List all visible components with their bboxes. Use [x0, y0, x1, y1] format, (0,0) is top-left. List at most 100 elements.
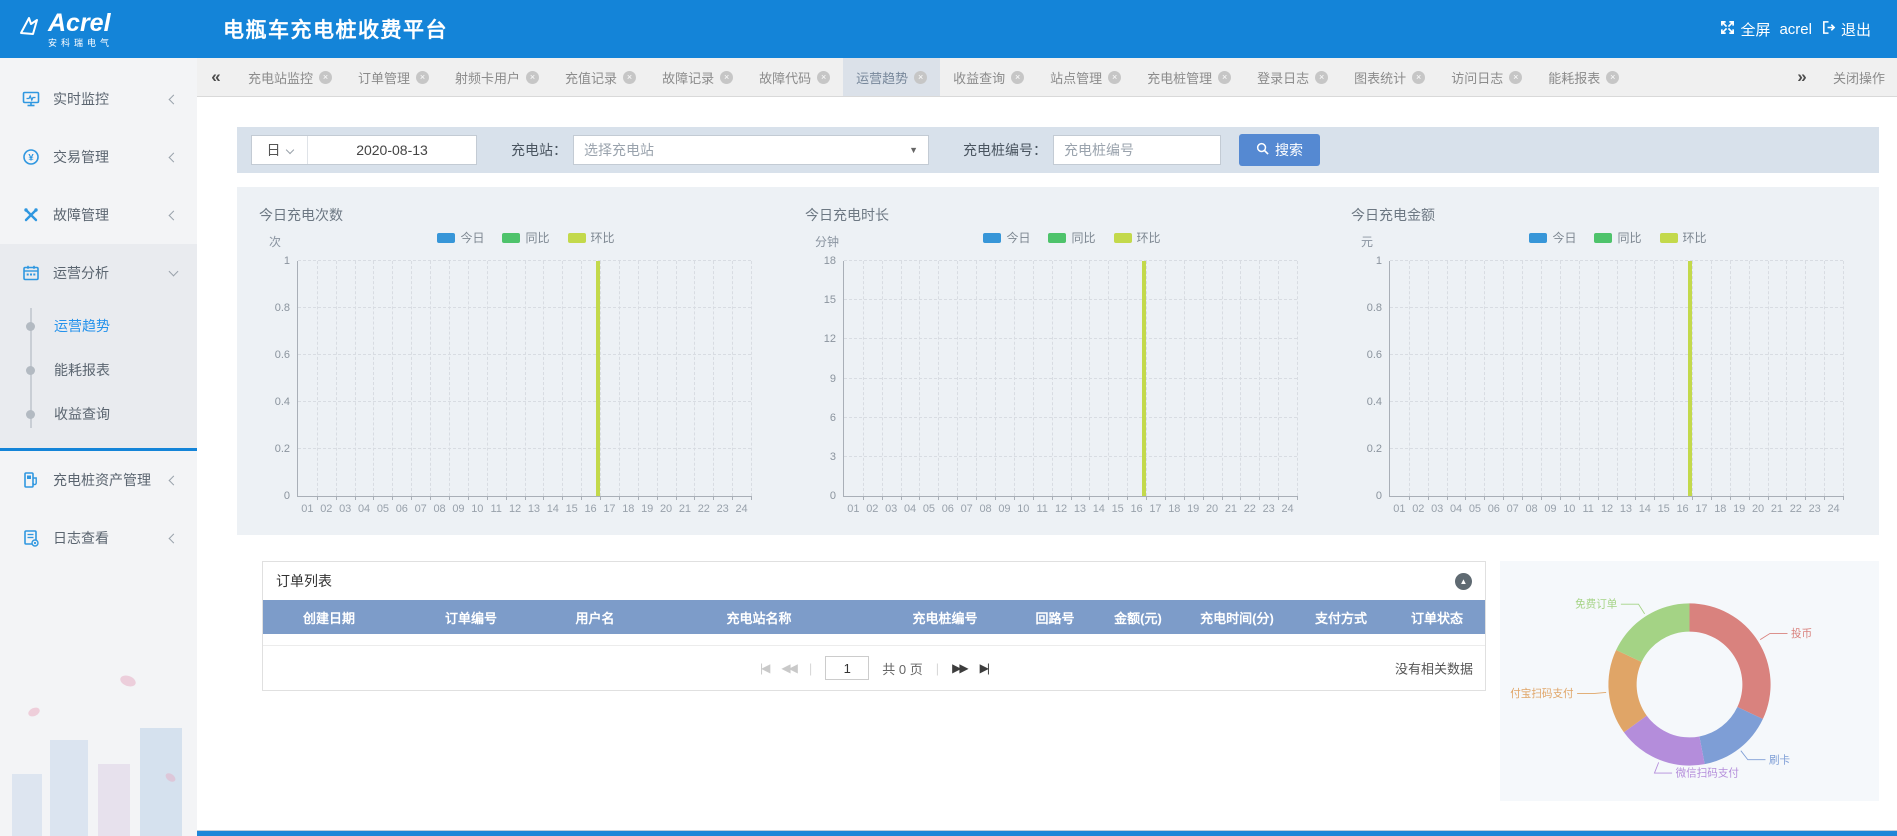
y-tick-label: 0.8 [275, 302, 298, 314]
x-tick-label: 14 [1639, 503, 1651, 515]
page-number-input[interactable] [825, 656, 869, 680]
sidebar-item-故障管理[interactable]: 故障管理 [0, 186, 197, 244]
tab-close-icon[interactable]: × [914, 71, 927, 84]
tab-close-icon[interactable]: × [1606, 71, 1619, 84]
tab-收益查询[interactable]: 收益查询× [940, 58, 1037, 96]
tab-站点管理[interactable]: 站点管理× [1037, 58, 1134, 96]
tab-运营趋势[interactable]: 运营趋势× [843, 58, 940, 96]
tab-close-icon[interactable]: × [623, 71, 636, 84]
grid-line [882, 261, 883, 496]
legend-item-今日[interactable]: 今日 [983, 229, 1030, 246]
sidebar-subitem-收益查询[interactable]: 收益查询 [0, 392, 197, 436]
date-input[interactable] [308, 136, 476, 164]
pile-number-input[interactable] [1053, 135, 1221, 165]
x-axis-tick [882, 496, 883, 500]
tab-充电站监控[interactable]: 充电站监控× [235, 58, 345, 96]
y-tick-label: 1 [1376, 255, 1390, 267]
tab-label: 能耗报表 [1548, 68, 1600, 87]
pagination-first-icon[interactable]: |◀ [760, 661, 768, 675]
tab-能耗报表[interactable]: 能耗报表 × [1535, 58, 1632, 96]
legend-item-同比[interactable]: 同比 [1594, 229, 1641, 246]
legend-item-环比[interactable]: 环比 [568, 229, 615, 246]
tab-close-icon[interactable]: × [526, 71, 539, 84]
legend-item-今日[interactable]: 今日 [437, 229, 484, 246]
tab-close-icon[interactable]: × [1218, 71, 1231, 84]
grid-line [1522, 261, 1523, 496]
sidebar-item-运营分析[interactable]: 运营分析 [0, 244, 197, 302]
svg-text:¥: ¥ [28, 152, 34, 163]
x-tick-label: 14 [547, 503, 559, 515]
collapse-panel-icon[interactable]: ▲ [1455, 573, 1472, 590]
x-axis-tick [1843, 496, 1844, 500]
username[interactable]: acrel [1779, 21, 1812, 38]
tab-close-icon[interactable]: × [817, 71, 830, 84]
pie-slice-投币[interactable] [1690, 603, 1771, 719]
sidebar-item-交易管理[interactable]: ¥交易管理 [0, 128, 197, 186]
x-tick-label: 24 [735, 503, 747, 515]
pie-slice-免费订单[interactable] [1616, 603, 1689, 662]
logout-button[interactable]: 退出 [1821, 19, 1871, 40]
grid-line [1108, 261, 1109, 496]
tab-图表统计[interactable]: 图表统计× [1341, 58, 1438, 96]
legend-item-同比[interactable]: 同比 [1048, 229, 1095, 246]
grid-line [355, 261, 356, 496]
tab-射频卡用户[interactable]: 射频卡用户× [442, 58, 552, 96]
tab-close-icon[interactable]: × [1108, 71, 1121, 84]
x-axis-tick [676, 496, 677, 500]
x-tick-label: 16 [1130, 503, 1142, 515]
x-tick-label: 14 [1093, 503, 1105, 515]
tab-充电桩管理[interactable]: 充电桩管理× [1134, 58, 1244, 96]
main-area: « 充电站监控×订单管理×射频卡用户×充值记录×故障记录×故障代码×运营趋势×收… [197, 58, 1897, 836]
period-value: 日 [267, 140, 281, 160]
legend-item-今日[interactable]: 今日 [1529, 229, 1576, 246]
x-tick-label: 05 [923, 503, 935, 515]
tab-close-icon[interactable]: × [1412, 71, 1425, 84]
legend-item-同比[interactable]: 同比 [502, 229, 549, 246]
legend-item-环比[interactable]: 环比 [1114, 229, 1161, 246]
tabs-scroll-right-icon[interactable]: » [1783, 58, 1821, 96]
station-select[interactable]: 选择充电站 ▼ [573, 135, 929, 165]
search-button[interactable]: 搜索 [1239, 134, 1320, 166]
sidebar-item-日志查看[interactable]: 日志查看 [0, 509, 197, 567]
x-tick-label: 23 [1809, 503, 1821, 515]
pagination-next-icon[interactable]: ▶▶ [952, 661, 966, 675]
sidebar-item-实时监控[interactable]: 实时监控 [0, 70, 197, 128]
fullscreen-button[interactable]: 全屏 [1720, 19, 1770, 40]
tabs-scroll-left-icon[interactable]: « [197, 58, 235, 96]
grid-line [525, 261, 526, 496]
x-axis-tick [1484, 496, 1485, 500]
tab-访问日志[interactable]: 访问日志× [1438, 58, 1535, 96]
tab-充值记录[interactable]: 充值记录× [552, 58, 649, 96]
y-tick-label: 6 [830, 412, 844, 424]
tab-close-icon[interactable]: × [416, 71, 429, 84]
bar-环比 [1142, 261, 1146, 496]
tab-close-icon[interactable]: × [1509, 71, 1522, 84]
sidebar: 实时监控¥交易管理故障管理运营分析运营趋势能耗报表收益查询充电桩资产管理日志查看 [0, 58, 197, 836]
period-select[interactable]: 日 [252, 136, 308, 164]
x-tick-label: 18 [1168, 503, 1180, 515]
order-table-header: 创建日期订单编号用户名充电站名称充电桩编号回路号金额(元)充电时间(分)支付方式… [263, 600, 1485, 634]
legend-item-环比[interactable]: 环比 [1660, 229, 1707, 246]
x-axis-tick [938, 496, 939, 500]
x-tick-label: 01 [301, 503, 313, 515]
tab-故障代码[interactable]: 故障代码× [746, 58, 843, 96]
x-tick-label: 09 [1544, 503, 1556, 515]
pagination-prev-icon[interactable]: ◀◀ [781, 661, 795, 675]
chevron-left-icon [169, 533, 179, 543]
pagination-last-icon[interactable]: ▶| [980, 661, 988, 675]
pie-label-微信扫码支付: 微信扫码支付 [1676, 767, 1740, 780]
sidebar-item-充电桩资产管理[interactable]: 充电桩资产管理 [0, 451, 197, 509]
tab-订单管理[interactable]: 订单管理× [345, 58, 442, 96]
x-tick-label: 19 [641, 503, 653, 515]
sidebar-subitem-label: 运营趋势 [54, 316, 110, 336]
tab-故障记录[interactable]: 故障记录× [649, 58, 746, 96]
tab-登录日志[interactable]: 登录日志× [1244, 58, 1341, 96]
sidebar-subitem-运营趋势[interactable]: 运营趋势 [0, 304, 197, 348]
tab-close-icon[interactable]: × [1011, 71, 1024, 84]
tab-close-icon[interactable]: × [1315, 71, 1328, 84]
tab-close-icon[interactable]: × [720, 71, 733, 84]
sidebar-subitem-能耗报表[interactable]: 能耗报表 [0, 348, 197, 392]
pie-slice-刷卡[interactable] [1699, 707, 1762, 764]
tab-close-icon[interactable]: × [319, 71, 332, 84]
close-operations-button[interactable]: 关闭操作 [1821, 58, 1897, 96]
